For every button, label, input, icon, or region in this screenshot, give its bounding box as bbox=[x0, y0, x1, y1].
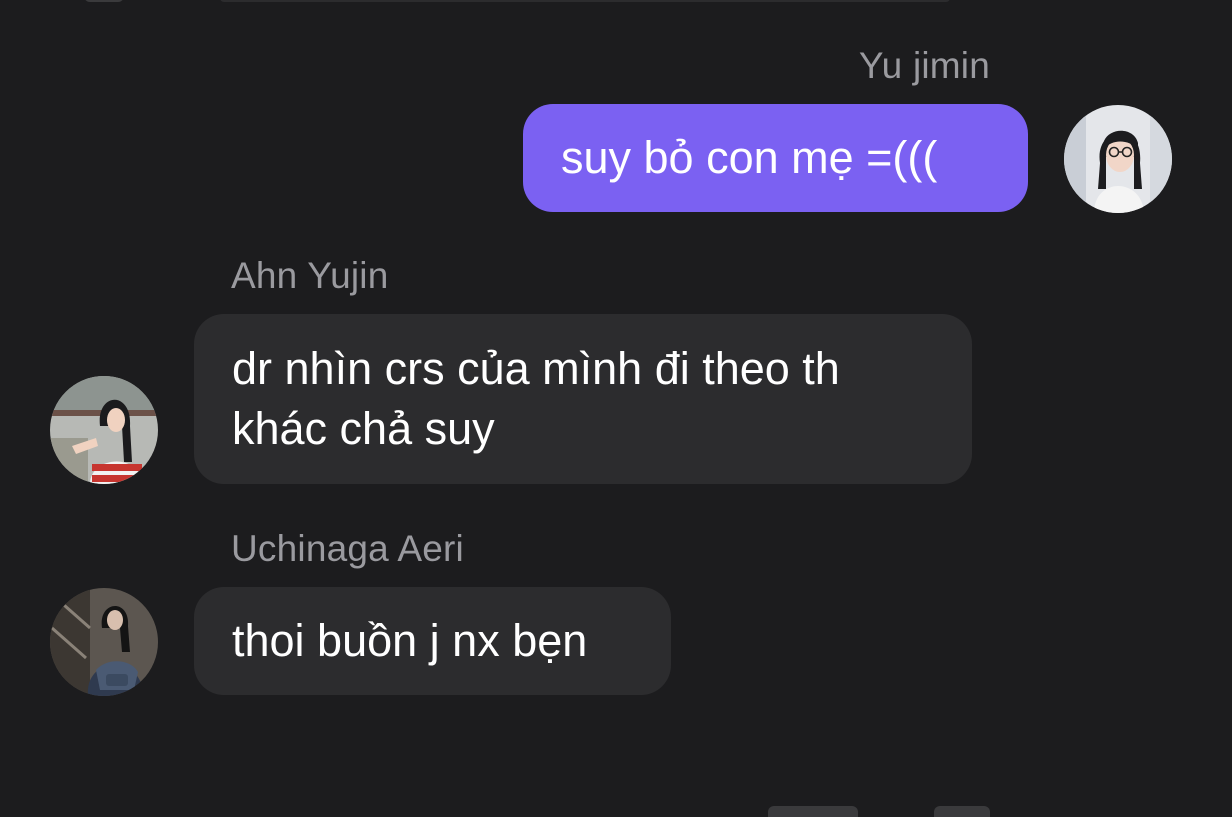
message-text: suy bỏ con mẹ =((( bbox=[561, 132, 938, 183]
message-text: thoi buồn j nx bẹn bbox=[232, 615, 588, 666]
sender-name: Uchinaga Aeri bbox=[231, 528, 464, 569]
next-sender-name-remnant bbox=[768, 806, 858, 817]
avatar[interactable] bbox=[50, 588, 158, 696]
sender-name: Yu jimin bbox=[858, 45, 990, 86]
avatar[interactable] bbox=[1064, 105, 1172, 213]
profile-photo-icon bbox=[1064, 105, 1172, 213]
previous-message-remnant bbox=[84, 0, 124, 2]
message-text: dr nhìn crs của mình đi theo th khác chả… bbox=[232, 343, 840, 454]
message-bubble[interactable]: thoi buồn j nx bẹn bbox=[194, 587, 671, 695]
message-bubble[interactable]: dr nhìn crs của mình đi theo th khác chả… bbox=[194, 314, 972, 484]
previous-message-bubble-remnant bbox=[220, 0, 950, 2]
next-sender-name-remnant bbox=[934, 806, 990, 817]
sender-name: Ahn Yujin bbox=[231, 255, 389, 296]
avatar[interactable] bbox=[50, 376, 158, 484]
profile-photo-icon bbox=[50, 376, 158, 484]
profile-photo-icon bbox=[50, 588, 158, 696]
message-bubble[interactable]: suy bỏ con mẹ =((( bbox=[523, 104, 1028, 212]
